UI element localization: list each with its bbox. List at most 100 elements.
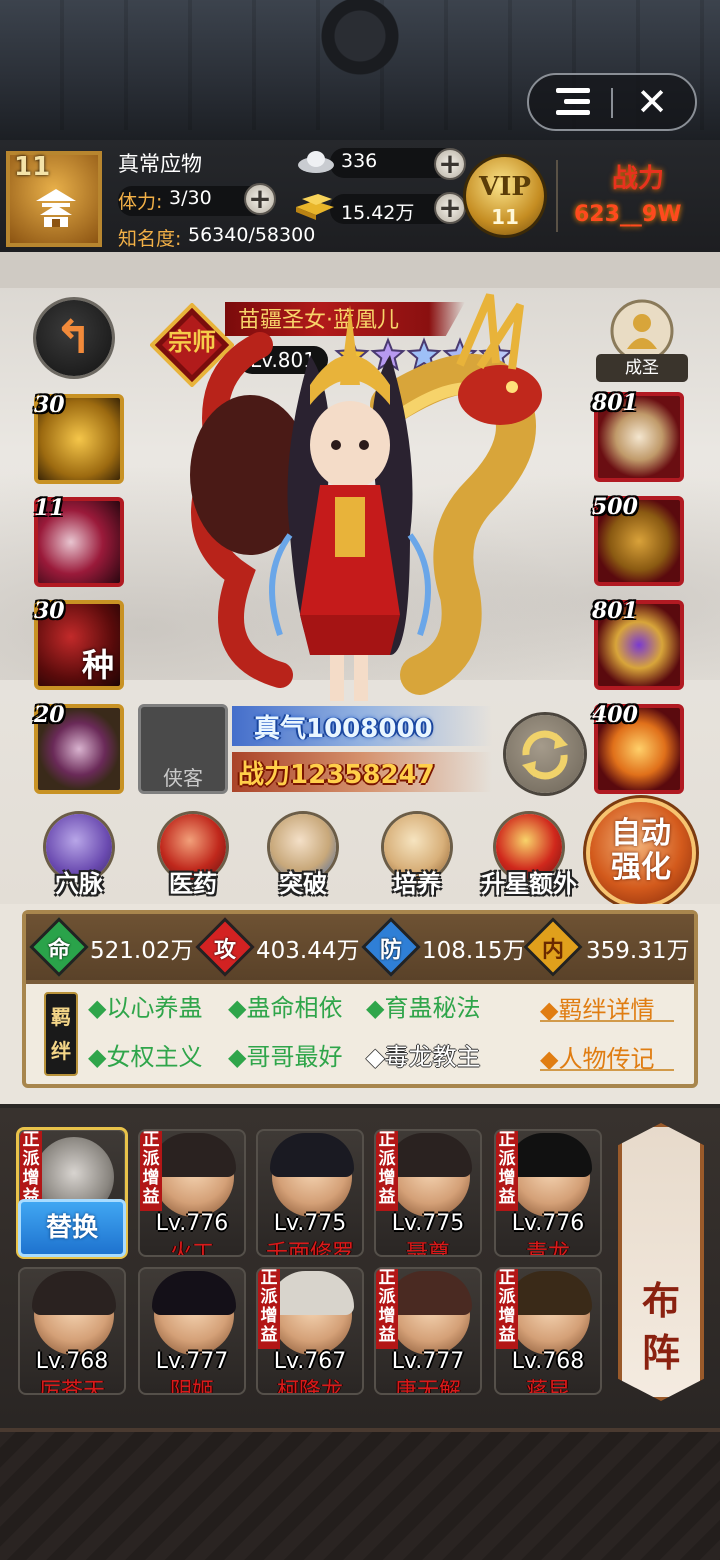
right-slot-1-level: 801 xyxy=(592,390,638,416)
hair xyxy=(270,1133,354,1177)
righteous-bonus-tag: 正派增益 xyxy=(376,1269,398,1349)
hero-power-value: 战力12358247 xyxy=(238,760,435,790)
gold-bars-icon xyxy=(296,194,334,220)
hair xyxy=(32,1271,116,1315)
member-name: 蒋昆 xyxy=(525,1379,570,1395)
righteous-bonus-tag: 正派增益 xyxy=(140,1131,162,1211)
team-member-2[interactable]: Lv.775 千面修罗 xyxy=(256,1129,364,1257)
star-up-bonus-button[interactable]: 升星额外 xyxy=(481,812,577,902)
add-silver-button[interactable]: + xyxy=(434,148,466,180)
total-power-label: 战力 xyxy=(612,164,665,194)
add-gold-button[interactable]: + xyxy=(434,192,466,224)
underline xyxy=(540,1020,674,1022)
bond-2[interactable]: ◆蛊命相依 xyxy=(228,988,342,1023)
divider xyxy=(556,160,558,232)
medicine-label: 医药 xyxy=(169,870,217,898)
hair xyxy=(508,1271,592,1315)
member-name: 千面修罗 xyxy=(265,1241,354,1257)
hair xyxy=(270,1271,354,1315)
member-name: 阴姬 xyxy=(169,1379,214,1395)
menu-button[interactable] xyxy=(552,84,596,120)
divider xyxy=(611,88,613,118)
companion-label: 侠客 xyxy=(163,766,203,790)
bond-3[interactable]: ◆育蛊秘法 xyxy=(366,988,480,1023)
total-power-value: 623__9W xyxy=(574,202,682,227)
star-up-label: 升星额外 xyxy=(481,870,577,898)
righteous-bonus-tag: 正派增益 xyxy=(496,1269,518,1349)
righteous-bonus-tag: 正派增益 xyxy=(496,1131,518,1211)
temple-icon xyxy=(36,189,76,227)
righteous-bonus-tag: 正派增益 xyxy=(376,1131,398,1211)
member-level: Lv.767 xyxy=(273,1349,347,1374)
team-member-1[interactable]: 正派增益 Lv.776 火工 xyxy=(138,1129,246,1257)
player-name: 真常应物 xyxy=(118,152,202,176)
back-button[interactable]: ↰ xyxy=(36,300,112,376)
attack-value: 403.44万 xyxy=(256,938,360,964)
member-level: Lv.768 xyxy=(511,1349,585,1374)
gold-amount: 15.42万 xyxy=(341,202,415,224)
team-member-8[interactable]: 正派增益 Lv.777 唐无解 xyxy=(374,1267,482,1395)
member-name: 唐无解 xyxy=(394,1379,461,1395)
seed-char: 种 xyxy=(82,646,115,684)
hair xyxy=(508,1133,592,1177)
back-arrow-icon: ↰ xyxy=(54,310,93,364)
underline xyxy=(540,1069,674,1071)
player-level: 11 xyxy=(14,152,51,182)
hero-character-art xyxy=(190,293,542,701)
hair xyxy=(388,1271,472,1315)
silver-amount: 336 xyxy=(341,150,378,172)
hp-value: 521.02万 xyxy=(90,938,194,964)
member-level: Lv.777 xyxy=(155,1349,229,1374)
team-member-9[interactable]: 正派增益 Lv.768 蒋昆 xyxy=(494,1267,602,1395)
stamina-value: 3/30 xyxy=(169,187,212,209)
right-slot-3-level: 801 xyxy=(592,598,638,624)
member-name: 青龙 xyxy=(525,1241,570,1257)
team-member-5[interactable]: Lv.768 厉苍天 xyxy=(18,1267,126,1395)
attack-char: 攻 xyxy=(213,938,236,963)
train-button[interactable]: 培养 xyxy=(372,812,462,902)
left-slot-4-level: 20 xyxy=(34,702,65,728)
meridian-button[interactable]: 穴脉 xyxy=(34,812,124,902)
member-level: Lv.775 xyxy=(391,1211,465,1236)
close-button[interactable]: ✕ xyxy=(630,80,674,124)
bond-6[interactable]: ◆毒龙教主 xyxy=(366,1037,480,1072)
left-slot-1-level: 30 xyxy=(34,392,65,418)
auto-strengthen-label: 自动强化 xyxy=(611,816,671,885)
team-member-7[interactable]: 正派增益 Lv.767 柯降龙 xyxy=(256,1267,364,1395)
bond-4[interactable]: ◆女权主义 xyxy=(88,1037,202,1072)
left-slot-2-level: 11 xyxy=(34,495,65,521)
hair xyxy=(152,1133,236,1177)
bond-5[interactable]: ◆哥哥最好 xyxy=(228,1037,342,1072)
hair xyxy=(388,1133,472,1177)
refresh-icon xyxy=(522,730,568,780)
add-stamina-button[interactable]: + xyxy=(244,183,276,215)
righteous-bonus-tag: 正派增益 xyxy=(258,1269,280,1349)
team-member-3[interactable]: 正派增益 Lv.775 聂尊 xyxy=(374,1129,482,1257)
breakthrough-button[interactable]: 突破 xyxy=(258,812,348,902)
member-level: Lv.777 xyxy=(391,1349,465,1374)
vip-label: VIP xyxy=(479,172,531,202)
left-slot-3-level: 30 xyxy=(34,598,65,624)
bottom-decoration xyxy=(0,1428,720,1560)
train-label: 培养 xyxy=(393,870,441,898)
swap-hero-button[interactable] xyxy=(506,715,584,793)
member-name: 柯降龙 xyxy=(276,1379,343,1395)
defense-char: 防 xyxy=(379,938,402,963)
member-level: Lv.776 xyxy=(511,1211,585,1236)
member-name: 火工 xyxy=(169,1241,214,1257)
member-name: 聂尊 xyxy=(405,1241,450,1257)
stamina-label: 体力: xyxy=(118,191,163,213)
right-slot-4-level: 400 xyxy=(592,702,638,728)
meridian-label: 穴脉 xyxy=(55,870,103,898)
vip-level: 11 xyxy=(491,205,519,229)
member-level: Lv.775 xyxy=(273,1211,347,1236)
bond-1[interactable]: ◆以心养蛊 xyxy=(88,988,202,1023)
internal-value: 359.31万 xyxy=(586,938,690,964)
right-slot-2-level: 500 xyxy=(592,494,638,520)
member-name: 厉苍天 xyxy=(38,1379,105,1395)
team-member-4[interactable]: 正派增益 Lv.776 青龙 xyxy=(494,1129,602,1257)
medicine-button[interactable]: 医药 xyxy=(148,812,238,902)
formation-label: 布阵 xyxy=(642,1278,681,1375)
sainthood-label: 成圣 xyxy=(625,358,659,378)
team-member-6[interactable]: Lv.777 阴姬 xyxy=(138,1267,246,1395)
